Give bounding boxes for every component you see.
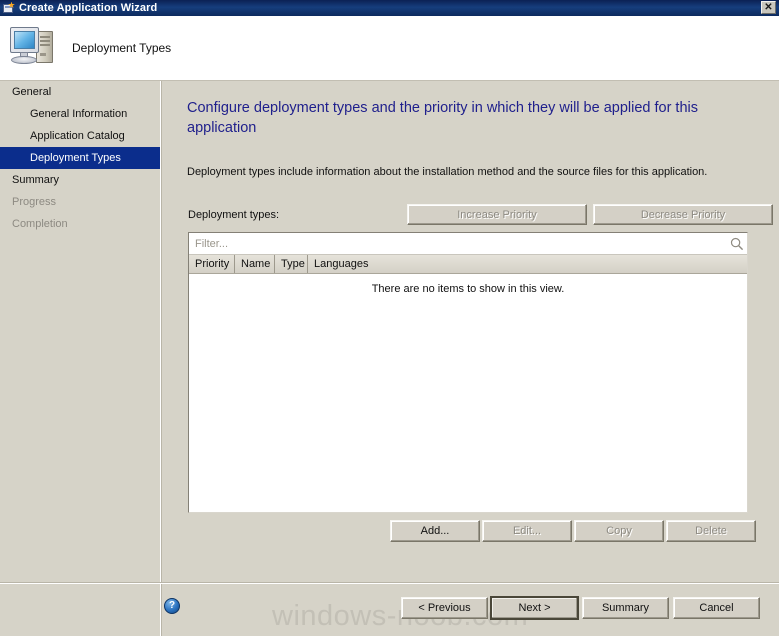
deployment-types-label: Deployment types: (188, 209, 280, 221)
column-header-type[interactable]: Type (275, 255, 308, 273)
column-header-languages[interactable]: Languages (308, 255, 747, 273)
filter-row (189, 233, 747, 255)
filter-input[interactable] (189, 233, 727, 254)
sidebar-item-deployment-types[interactable]: Deployment Types (0, 147, 160, 169)
page-title: Deployment Types (72, 41, 172, 55)
wizard-sidebar: General General Information Application … (0, 81, 160, 636)
window-title: Create Application Wizard (19, 2, 158, 14)
add-button[interactable]: Add... (390, 520, 480, 542)
previous-button[interactable]: < Previous (401, 597, 488, 619)
column-header-name[interactable]: Name (235, 255, 275, 273)
sidebar-item-completion: Completion (12, 218, 68, 230)
help-question-icon[interactable]: ? (164, 598, 180, 614)
empty-list-message: There are no items to show in this view. (371, 283, 565, 295)
summary-button[interactable]: Summary (582, 597, 669, 619)
create-application-wizard-window: Create Application Wizard ✕ Deployment T… (0, 0, 779, 636)
computer-icon (8, 25, 58, 71)
sidebar-item-progress: Progress (12, 196, 57, 208)
decrease-priority-button[interactable]: Decrease Priority (593, 204, 773, 225)
wizard-header: Deployment Types (0, 16, 779, 80)
footer-divider (0, 582, 779, 584)
window-titlebar: Create Application Wizard ✕ (0, 0, 779, 16)
sidebar-item-general[interactable]: General (0, 81, 160, 103)
magnifier-icon[interactable] (727, 233, 747, 254)
edit-button[interactable]: Edit... (482, 520, 572, 542)
content-heading: Configure deployment types and the prior… (187, 100, 698, 136)
listbox-column-headers: Priority Name Type Languages (189, 255, 747, 274)
copy-button[interactable]: Copy (574, 520, 664, 542)
next-button[interactable]: Next > (490, 596, 579, 620)
wizard-content-pane: Configure deployment types and the prior… (162, 81, 779, 636)
deployment-types-listbox: Priority Name Type Languages There are n… (188, 232, 748, 513)
close-icon[interactable]: ✕ (761, 1, 776, 14)
sidebar-item-general-information[interactable]: General Information (0, 103, 160, 125)
column-header-priority[interactable]: Priority (189, 255, 235, 273)
wizard-window-icon (2, 1, 15, 15)
cancel-button[interactable]: Cancel (673, 597, 760, 619)
sidebar-item-application-catalog[interactable]: Application Catalog (0, 125, 160, 147)
increase-priority-button[interactable]: Increase Priority (407, 204, 587, 225)
delete-button[interactable]: Delete (666, 520, 756, 542)
content-description: Deployment types include information abo… (187, 166, 708, 178)
sidebar-item-summary[interactable]: Summary (0, 169, 160, 191)
